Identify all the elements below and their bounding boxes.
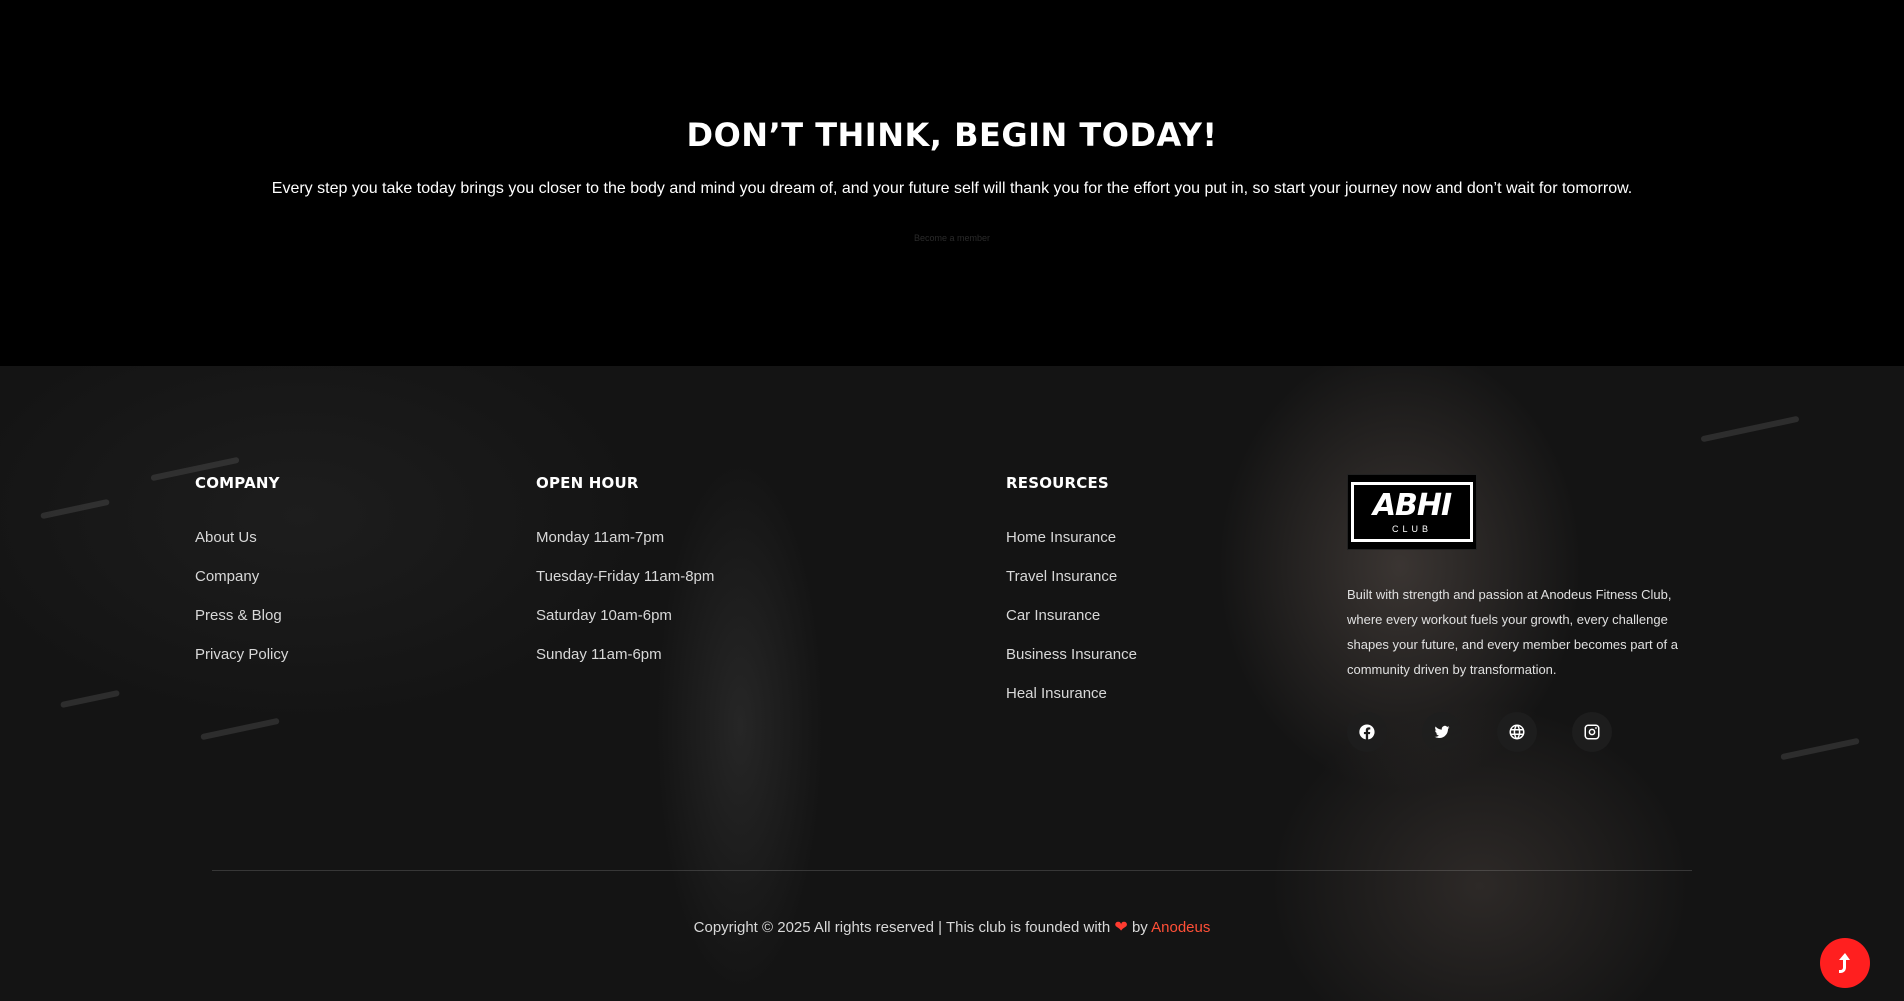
twitter-icon[interactable] (1422, 712, 1462, 752)
footer-link-heal-insurance[interactable]: Heal Insurance (1006, 684, 1137, 723)
footer-link-about-us[interactable]: About Us (195, 528, 288, 567)
logo-subtext: CLUB (1391, 524, 1432, 534)
footer-link-business-insurance[interactable]: Business Insurance (1006, 645, 1137, 684)
cta-title: DON’T THINK, BEGIN TODAY! (686, 116, 1218, 154)
footer-column-open-hour: OPEN HOUR Monday 11am-7pm Tuesday-Friday… (536, 474, 714, 684)
copyright: Copyright © 2025 All rights reserved | T… (0, 917, 1904, 937)
background-decoration (200, 717, 280, 741)
background-decoration (60, 689, 120, 709)
column-heading: RESOURCES (1006, 474, 1109, 492)
footer-link-company[interactable]: Company (195, 567, 288, 606)
heart-icon: ❤ (1114, 919, 1128, 936)
background-decoration (1780, 737, 1860, 761)
club-logo[interactable]: ABHI CLUB (1347, 474, 1477, 550)
instagram-icon[interactable] (1572, 712, 1612, 752)
background-decoration (40, 498, 110, 520)
footer-link-home-insurance[interactable]: Home Insurance (1006, 528, 1137, 567)
footer: COMPANY About Us Company Press & Blog Pr… (0, 366, 1904, 1001)
social-links (1347, 712, 1697, 752)
footer-brand: ABHI CLUB Built with strength and passio… (1347, 474, 1697, 752)
footer-link-car-insurance[interactable]: Car Insurance (1006, 606, 1137, 645)
footer-divider (212, 870, 1692, 871)
copyright-by: by (1131, 919, 1148, 936)
scroll-to-top-button[interactable] (1820, 938, 1870, 988)
cta-section: DON’T THINK, BEGIN TODAY! Every step you… (0, 0, 1904, 366)
footer-column-resources: RESOURCES Home Insurance Travel Insuranc… (1006, 474, 1137, 723)
logo-text: ABHI (1372, 488, 1452, 523)
hours-item: Sunday 11am-6pm (536, 646, 662, 663)
globe-icon[interactable] (1497, 712, 1537, 752)
footer-link-travel-insurance[interactable]: Travel Insurance (1006, 567, 1137, 606)
cta-text: Every step you take today brings you clo… (271, 180, 1633, 197)
hours-item: Tuesday-Friday 11am-8pm (536, 568, 715, 585)
arrow-up-icon (1839, 953, 1850, 973)
column-heading: OPEN HOUR (536, 474, 639, 492)
author-link[interactable]: Anodeus (1151, 919, 1210, 936)
footer-link-press-blog[interactable]: Press & Blog (195, 606, 288, 645)
background-decoration (1700, 415, 1800, 443)
become-member-button[interactable]: Become a member (892, 233, 1012, 243)
column-heading: COMPANY (195, 474, 280, 492)
hours-item: Monday 11am-7pm (536, 529, 665, 546)
hours-item: Saturday 10am-6pm (536, 607, 672, 624)
footer-link-privacy-policy[interactable]: Privacy Policy (195, 645, 288, 684)
brand-description: Built with strength and passion at Anode… (1347, 587, 1678, 677)
footer-column-company: COMPANY About Us Company Press & Blog Pr… (195, 474, 288, 684)
facebook-icon[interactable] (1347, 712, 1387, 752)
copyright-text: Copyright © 2025 All rights reserved | T… (693, 919, 1111, 936)
